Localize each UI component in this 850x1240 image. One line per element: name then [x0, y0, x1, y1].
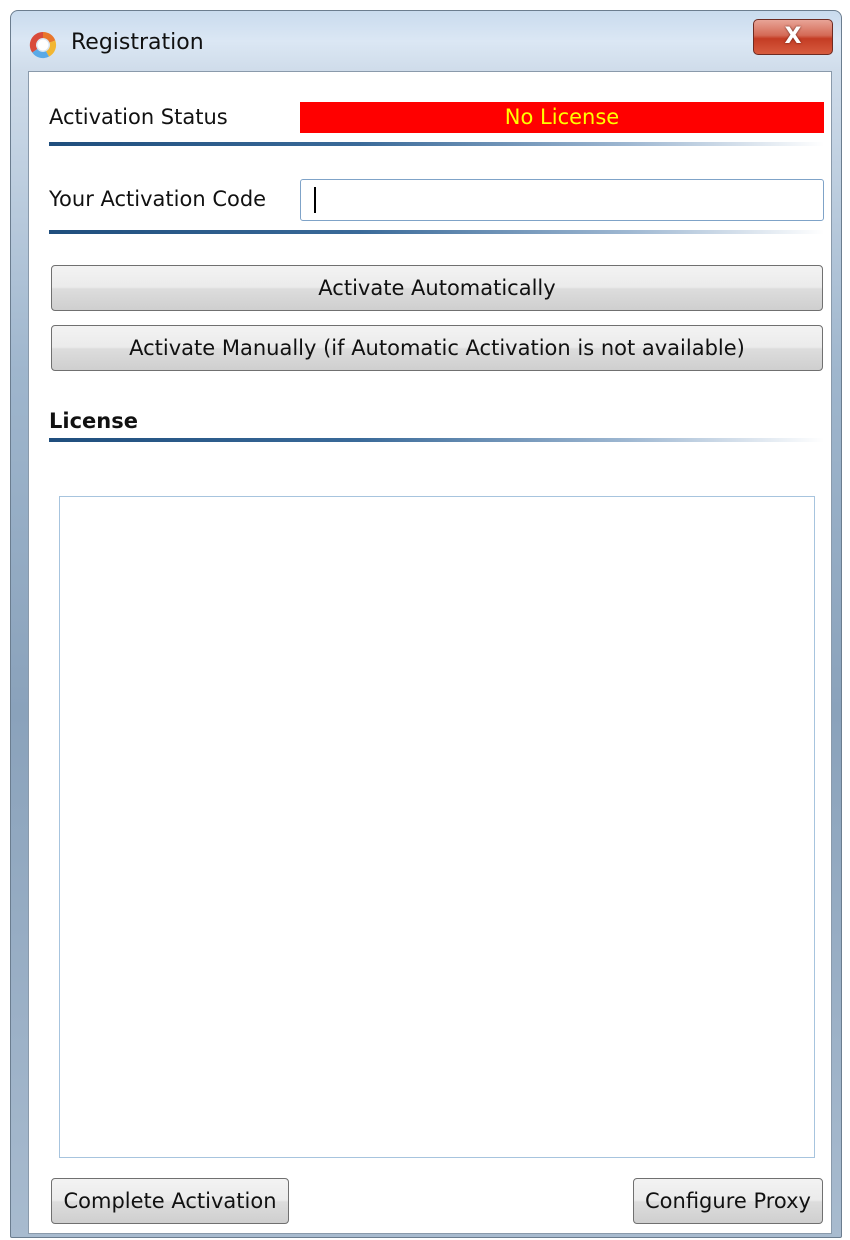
app-logo-icon [29, 31, 57, 59]
text-caret [314, 187, 316, 213]
complete-activation-button[interactable]: Complete Activation [51, 1178, 289, 1224]
activate-manually-button[interactable]: Activate Manually (if Automatic Activati… [51, 325, 823, 371]
registration-window: Registration X Activation Status No Lice… [10, 10, 842, 1238]
window-title: Registration [71, 30, 204, 55]
close-icon: X [784, 24, 802, 49]
activation-status-value: No License [300, 102, 824, 133]
license-text-area[interactable] [59, 496, 815, 1158]
code-divider [49, 230, 824, 234]
license-heading: License [49, 409, 138, 433]
close-button[interactable]: X [753, 19, 833, 55]
configure-proxy-button[interactable]: Configure Proxy [633, 1178, 823, 1224]
activation-status-label: Activation Status [49, 105, 228, 129]
activate-automatically-button[interactable]: Activate Automatically [51, 265, 823, 311]
status-divider [49, 142, 824, 146]
license-divider [49, 438, 824, 442]
title-bar[interactable]: Registration X [11, 11, 841, 71]
activation-code-input[interactable] [300, 179, 824, 221]
dialog-content: Activation Status No License Your Activa… [28, 71, 832, 1234]
activation-code-label: Your Activation Code [49, 187, 267, 211]
